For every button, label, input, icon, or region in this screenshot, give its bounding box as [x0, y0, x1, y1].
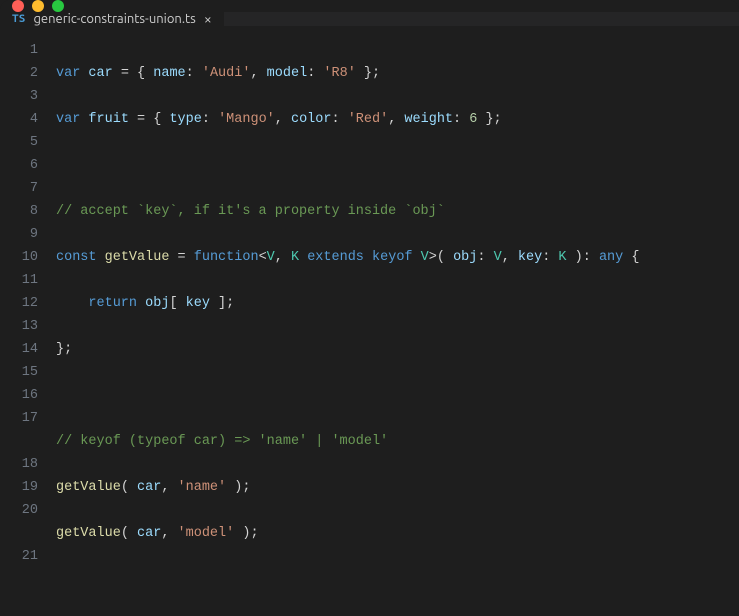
tab-filename: generic-constraints-union.ts: [33, 12, 195, 26]
code-line: getValue( car, 'model' );: [56, 522, 729, 545]
line-number: 14: [0, 338, 38, 361]
line-number: 2: [0, 62, 38, 85]
code-line: var car = { name: 'Audi', model: 'R8' };: [56, 62, 729, 85]
tab-file[interactable]: TS generic-constraints-union.ts ×: [0, 12, 225, 26]
tab-bar: TS generic-constraints-union.ts ×: [0, 12, 739, 27]
window-titlebar: [0, 0, 739, 12]
line-number: 18: [0, 453, 38, 476]
line-number: 20: [0, 499, 38, 522]
line-number: 1: [0, 39, 38, 62]
code-line: // keyof (typeof car) => 'name' | 'model…: [56, 430, 729, 453]
line-number: [0, 430, 38, 453]
code-line: const getValue = function<V, K extends k…: [56, 246, 729, 269]
code-line: [56, 154, 729, 177]
code-line: getValue( car, 'name' );: [56, 476, 729, 499]
line-number: 3: [0, 85, 38, 108]
code-line: // accept `key`, if it's a property insi…: [56, 200, 729, 223]
line-number: 5: [0, 131, 38, 154]
line-number: 8: [0, 200, 38, 223]
line-number: 7: [0, 177, 38, 200]
line-number: 16: [0, 384, 38, 407]
editor-window: TS generic-constraints-union.ts × 1 2 3 …: [0, 0, 739, 616]
line-number: [0, 522, 38, 545]
close-icon[interactable]: ×: [204, 12, 212, 26]
code-content[interactable]: var car = { name: 'Audi', model: 'R8' };…: [56, 39, 739, 616]
line-number: 12: [0, 292, 38, 315]
close-window-icon[interactable]: [12, 0, 24, 12]
line-number: 17: [0, 407, 38, 430]
typescript-icon: TS: [12, 13, 25, 25]
line-number: 13: [0, 315, 38, 338]
line-number-gutter: 1 2 3 4 5 6 7 8 9 10 11 12 13 14 15 16 1…: [0, 39, 56, 616]
line-number: 19: [0, 476, 38, 499]
zoom-window-icon[interactable]: [52, 0, 64, 12]
minimize-window-icon[interactable]: [32, 0, 44, 12]
code-line: var fruit = { type: 'Mango', color: 'Red…: [56, 108, 729, 131]
code-line: return obj[ key ];: [56, 292, 729, 315]
line-number: 9: [0, 223, 38, 246]
line-number: 6: [0, 154, 38, 177]
line-number: 11: [0, 269, 38, 292]
line-number: 10: [0, 246, 38, 269]
code-editor[interactable]: 1 2 3 4 5 6 7 8 9 10 11 12 13 14 15 16 1…: [0, 27, 739, 616]
code-line: [56, 384, 729, 407]
line-number: 15: [0, 361, 38, 384]
line-number: 4: [0, 108, 38, 131]
code-line: };: [56, 338, 729, 361]
line-number: 21: [0, 545, 38, 568]
code-line: [56, 568, 729, 591]
